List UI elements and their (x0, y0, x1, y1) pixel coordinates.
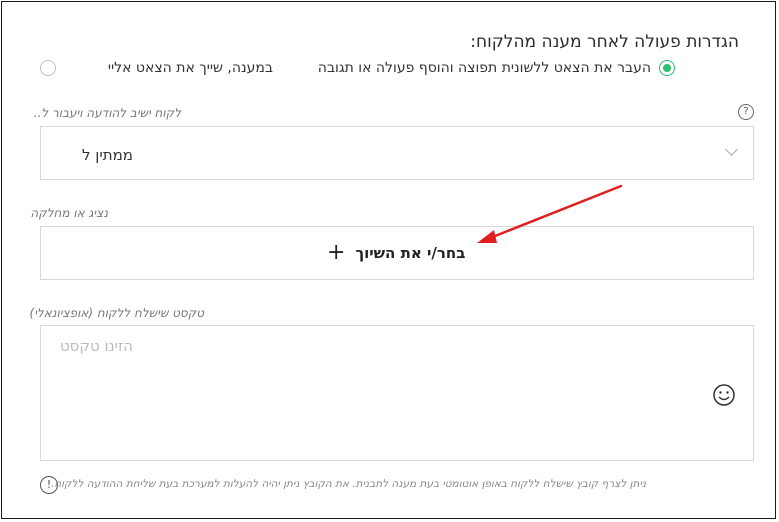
choose-assignment-label: בחר/י את השיוך (355, 244, 466, 262)
question-circle-icon[interactable]: ? (738, 104, 754, 120)
message-textarea[interactable] (40, 325, 754, 461)
radio-unchecked-icon[interactable] (40, 60, 56, 76)
choose-assignment-button[interactable]: בחר/י את השיוך + (327, 242, 465, 264)
radio-option-assign-to-me[interactable]: במענה, שייך את הצאט אליי (108, 58, 273, 78)
radio-option-move-to-distribution[interactable]: העבר את הצאט ללשונית תפוצה והוסף פעולה א… (318, 58, 675, 78)
message-field-label: טקסט שישלח ללקוח (אופציונאלי) (29, 306, 204, 320)
radio-label-assign: במענה, שייך את הצאט אליי (107, 60, 273, 76)
wait-status-select[interactable] (40, 126, 754, 180)
assign-field-label: נציג או מחלקה (30, 206, 108, 220)
attachment-footnote: ניתן לצרף קובץ שישלח ללקוח באופן אוטומטי… (50, 478, 646, 490)
radio-checked-icon[interactable] (659, 60, 675, 76)
wait-field-label: לקוח ישיב להודעה ויעבור ל.. (33, 106, 181, 120)
wait-status-value: ממתין ל (82, 146, 133, 164)
smiley-icon[interactable] (712, 383, 736, 407)
radio-label-move: העבר את הצאט ללשונית תפוצה והוסף פעולה א… (317, 60, 651, 76)
section-title: הגדרות פעולה לאחר מענה מהלקוח: (470, 32, 739, 52)
message-placeholder: הזינו טקסט (59, 337, 133, 355)
plus-icon: + (327, 240, 346, 265)
